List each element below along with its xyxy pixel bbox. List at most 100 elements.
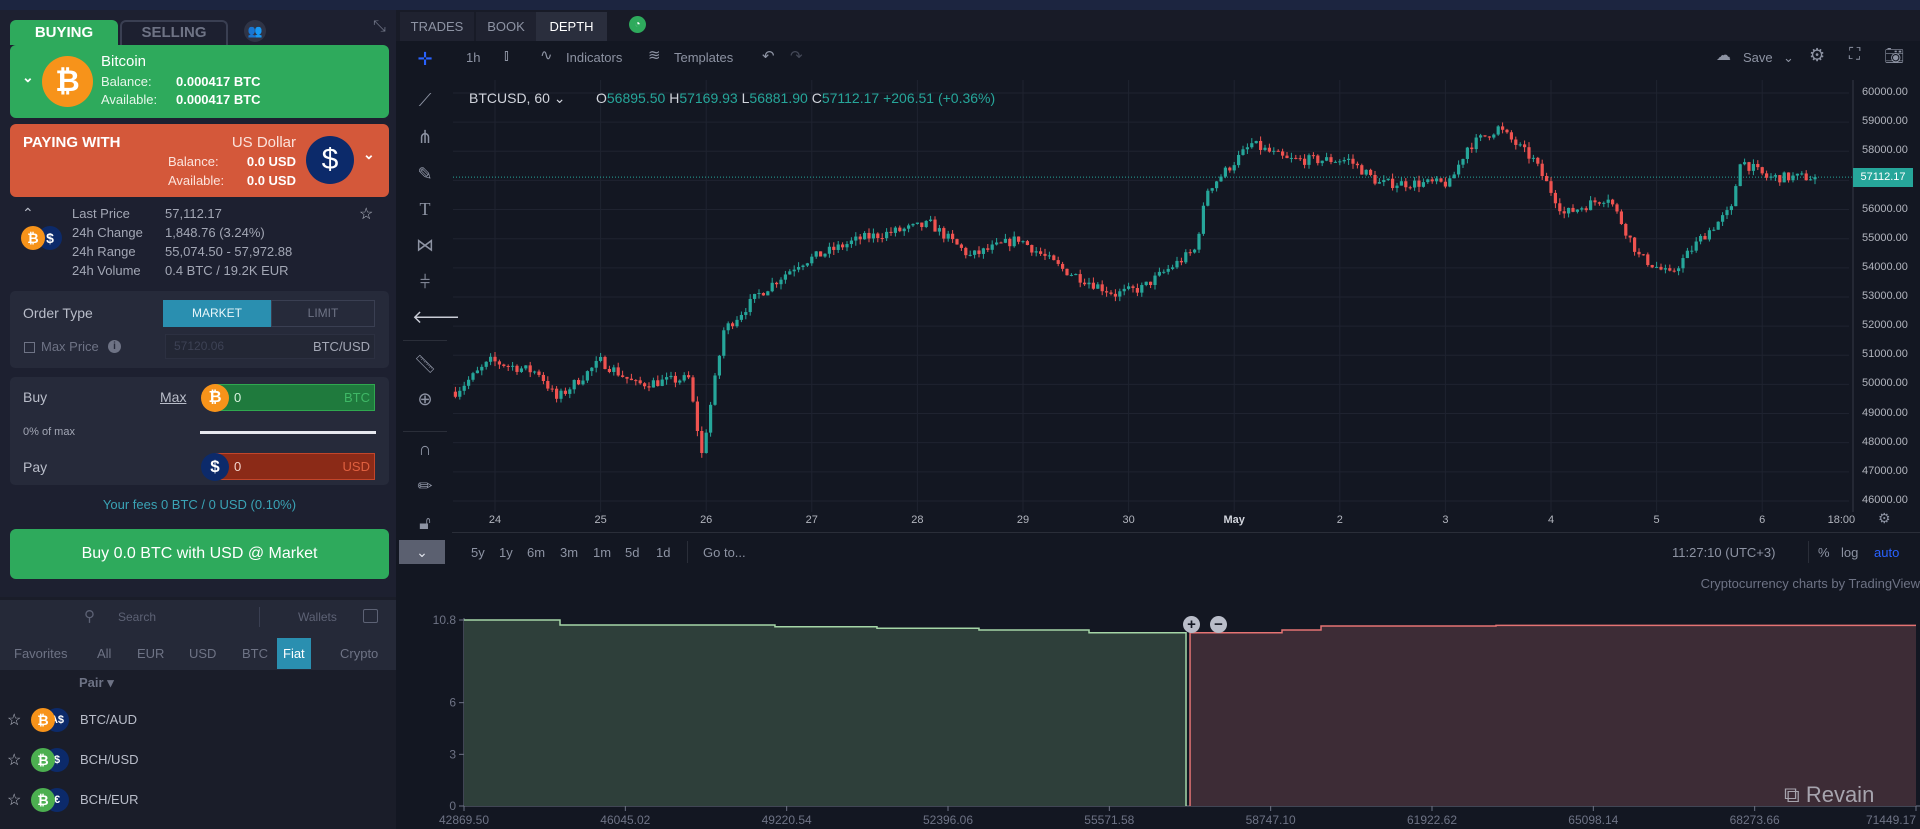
candle bbox=[1699, 235, 1703, 242]
indicators-icon[interactable]: ∿ bbox=[540, 46, 553, 64]
watermark-text: Revain bbox=[1805, 782, 1875, 807]
buying-tab[interactable]: BUYING bbox=[10, 20, 118, 45]
top-strip bbox=[0, 0, 1920, 10]
pay-amount-input[interactable]: 0 USD bbox=[215, 453, 375, 480]
balance-label: Balance: bbox=[168, 154, 219, 169]
filter-tab-crypto[interactable]: Crypto bbox=[340, 638, 378, 669]
candle bbox=[1760, 167, 1764, 174]
lock-drawing-icon[interactable]: ✏ bbox=[412, 473, 438, 499]
zoom-in-button[interactable]: + bbox=[1183, 616, 1200, 633]
trendline-icon[interactable]: ⟋ bbox=[412, 87, 438, 113]
buy-amount-input[interactable]: 0 BTC bbox=[215, 384, 375, 411]
goto-button[interactable]: Go to... bbox=[703, 545, 746, 560]
filter-tab-usd[interactable]: USD bbox=[189, 638, 216, 669]
filter-tab-btc[interactable]: BTC bbox=[242, 638, 268, 669]
sort-desc-icon: ▾ bbox=[107, 675, 114, 690]
chart-tab-book[interactable]: BOOK bbox=[476, 12, 536, 41]
tradingview-credit[interactable]: Cryptocurrency charts by TradingView bbox=[1701, 576, 1920, 591]
search-input[interactable]: Search bbox=[118, 610, 156, 624]
templates-button[interactable]: Templates bbox=[674, 50, 733, 65]
candle bbox=[585, 371, 589, 381]
chart-tab-trades[interactable]: TRADES bbox=[400, 12, 474, 41]
prediction-icon[interactable]: ⫩ bbox=[412, 269, 438, 295]
wallet-icon[interactable] bbox=[363, 609, 378, 623]
max-price-checkbox[interactable] bbox=[24, 342, 35, 353]
limit-button[interactable]: LIMIT bbox=[271, 300, 375, 327]
wallets-link[interactable]: Wallets bbox=[298, 610, 337, 624]
chevron-down-icon[interactable]: ⌄ bbox=[22, 69, 34, 86]
log-toggle[interactable]: log bbox=[1841, 545, 1858, 560]
templates-icon[interactable]: ≋ bbox=[648, 46, 661, 64]
selling-tab[interactable]: SELLING bbox=[120, 20, 228, 45]
chevron-down-icon[interactable]: ⌄ bbox=[1783, 50, 1794, 66]
unlock-icon[interactable]: 🔓︎ bbox=[412, 510, 438, 536]
price-chart[interactable] bbox=[453, 80, 1920, 512]
range-3m[interactable]: 3m bbox=[560, 545, 578, 560]
auto-toggle[interactable]: auto bbox=[1874, 545, 1899, 560]
group-icon[interactable]: 👥 bbox=[244, 20, 266, 42]
column-pair[interactable]: Pair ▾ bbox=[79, 675, 114, 691]
fullscreen-icon[interactable]: ⛶ bbox=[1849, 46, 1860, 64]
info-icon[interactable]: i bbox=[108, 340, 121, 353]
market-button[interactable]: MARKET bbox=[163, 300, 271, 327]
arrow-left-icon[interactable]: 🡐 bbox=[412, 304, 460, 330]
zoom-in-icon[interactable]: ⊕ bbox=[412, 386, 438, 412]
chart-tab-depth[interactable]: DEPTH bbox=[536, 12, 607, 41]
favorite-star-icon[interactable]: ☆ bbox=[7, 750, 21, 770]
favorite-star-icon[interactable]: ☆ bbox=[7, 790, 21, 810]
percent-toggle[interactable]: % bbox=[1818, 545, 1830, 560]
buy-asset-card[interactable]: ⌄ ₿ Bitcoin Balance: 0.000417 BTC Availa… bbox=[10, 45, 389, 118]
candle bbox=[1584, 208, 1588, 211]
magnet-icon[interactable]: ∩ bbox=[412, 436, 438, 462]
candle bbox=[814, 251, 818, 257]
range-6m[interactable]: 6m bbox=[527, 545, 545, 560]
brush-icon[interactable]: ✎ bbox=[412, 161, 438, 187]
favorite-star-icon[interactable]: ☆ bbox=[7, 710, 21, 730]
price-tick: 51000.00 bbox=[1862, 348, 1908, 361]
candle bbox=[1206, 190, 1210, 206]
candle-type-icon[interactable]: ⫾ bbox=[504, 47, 509, 64]
text-tool-icon[interactable]: T bbox=[412, 196, 438, 222]
collapse-panel-button[interactable]: ⌄ bbox=[399, 540, 445, 564]
settings-gear-icon[interactable]: ⚙ bbox=[1809, 45, 1825, 66]
indicators-button[interactable]: Indicators bbox=[566, 50, 622, 65]
available-value: 0.0 USD bbox=[246, 173, 296, 188]
collapse-icon[interactable]: ⤡ bbox=[373, 18, 386, 36]
filter-tab-fiat[interactable]: Fiat bbox=[277, 638, 311, 669]
favorite-star-icon[interactable]: ☆ bbox=[359, 204, 373, 224]
cloud-save-icon[interactable]: ☁ bbox=[1716, 46, 1731, 64]
camera-icon[interactable]: 📷︎ bbox=[1884, 46, 1904, 66]
submit-buy-button[interactable]: Buy 0.0 BTC with USD @ Market bbox=[10, 529, 389, 579]
pay-asset-card[interactable]: PAYING WITH US Dollar Balance: 0.0 USD A… bbox=[10, 124, 389, 197]
amount-slider[interactable] bbox=[200, 431, 376, 434]
range-1y[interactable]: 1y bbox=[499, 545, 513, 560]
undo-icon[interactable]: ↶ bbox=[762, 47, 775, 65]
candle bbox=[1338, 161, 1342, 163]
range-5d[interactable]: 5d bbox=[625, 545, 639, 560]
max-price-input[interactable]: 57120.06 BTC/USD bbox=[165, 334, 375, 359]
filter-tab-all[interactable]: All bbox=[97, 638, 111, 669]
pattern-icon[interactable]: ⋈ bbox=[412, 232, 438, 258]
fib-tool-icon[interactable]: ⋔ bbox=[412, 124, 438, 150]
filter-tab-favorites[interactable]: Favorites bbox=[14, 638, 67, 669]
crosshair-icon[interactable]: ✛ bbox=[412, 46, 438, 72]
chevron-up-icon[interactable]: ⌃ bbox=[22, 205, 34, 222]
filter-tab-eur[interactable]: EUR bbox=[137, 638, 164, 669]
axis-settings-icon[interactable]: ⚙ bbox=[1878, 510, 1891, 527]
stat-label: Last Price bbox=[72, 206, 130, 221]
legend-symbol[interactable]: BTCUSD, 60 ⌄ bbox=[469, 90, 566, 107]
depth-chart[interactable]: 42869.50 46045.02 49220.54 52396.06 55571.58… bbox=[396, 600, 1920, 829]
chevron-down-icon[interactable]: ⌄ bbox=[363, 146, 375, 163]
ruler-icon[interactable]: 📏︎ bbox=[412, 351, 438, 377]
range-1d[interactable]: 1d bbox=[656, 545, 670, 560]
redo-icon[interactable]: ↷ bbox=[790, 47, 803, 65]
tradingview-icon[interactable]: ◔ bbox=[629, 16, 646, 33]
save-button[interactable]: Save bbox=[1743, 50, 1773, 65]
zoom-out-button[interactable]: − bbox=[1210, 616, 1227, 633]
max-link[interactable]: Max bbox=[160, 389, 186, 405]
interval-button[interactable]: 1h bbox=[466, 50, 480, 65]
range-5y[interactable]: 5y bbox=[471, 545, 485, 560]
candle bbox=[1694, 241, 1698, 251]
x-tick-label: 61922.62 bbox=[1407, 813, 1457, 827]
range-1m[interactable]: 1m bbox=[593, 545, 611, 560]
